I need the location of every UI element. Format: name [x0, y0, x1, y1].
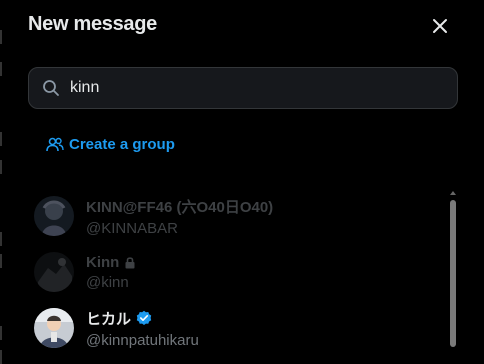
search-input[interactable] — [68, 78, 432, 98]
avatar — [34, 308, 74, 348]
close-icon — [433, 19, 447, 33]
list-item[interactable]: ヒカル @kinnpatuhikaru — [34, 302, 454, 354]
list-item[interactable]: Kinn @kinn — [34, 246, 454, 298]
new-message-dialog: New message Create a group — [12, 0, 484, 363]
lock-icon — [125, 256, 135, 268]
result-name: KINN@FF46 (六O40日O40) — [86, 198, 274, 216]
avatar — [34, 196, 74, 236]
result-name: ヒカル — [86, 310, 132, 328]
dialog-title: New message — [28, 13, 157, 35]
scroll-up-arrow[interactable] — [450, 191, 456, 195]
background-edge — [0, 0, 12, 364]
avatar — [34, 252, 74, 292]
create-group-label: Create a group — [69, 136, 175, 153]
list-item[interactable]: KINN@FF46 (六O40日O40) @KINNABAR — [34, 190, 454, 242]
scrollbar-thumb[interactable] — [450, 200, 456, 347]
result-name: Kinn — [86, 253, 120, 271]
result-handle: @kinn — [86, 273, 129, 291]
verified-icon — [136, 310, 152, 325]
search-box[interactable] — [28, 67, 458, 109]
result-handle: @kinnpatuhikaru — [86, 331, 199, 349]
people-icon — [46, 137, 64, 151]
search-icon — [42, 79, 60, 97]
create-group-button[interactable]: Create a group — [46, 136, 175, 153]
result-handle: @KINNABAR — [86, 219, 178, 237]
close-button[interactable] — [428, 14, 452, 38]
